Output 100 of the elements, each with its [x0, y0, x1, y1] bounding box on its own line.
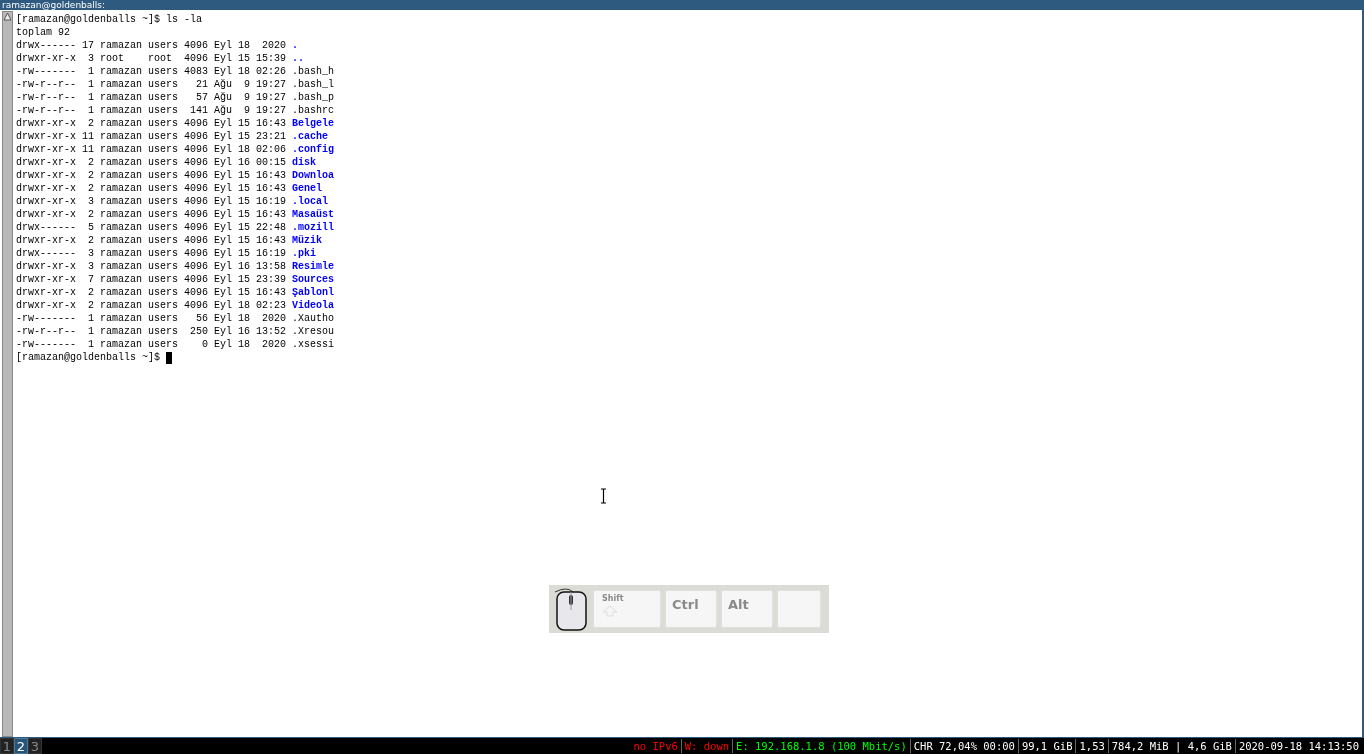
listing-cell: drwxr-xr-x — [16, 156, 76, 169]
listing-cell: 4096 — [184, 117, 208, 130]
status-item: no IPv6 — [632, 739, 679, 753]
listing-cell: drwx------ — [16, 221, 76, 234]
listing-cell: 00:15 — [256, 156, 286, 169]
listing-cell: Eyl — [214, 247, 232, 260]
listing-cell-text: 1 — [87, 91, 94, 104]
listing-cell: ramazan — [100, 91, 142, 104]
listing-cell: 4096 — [184, 286, 208, 299]
listing-cell: users — [148, 234, 178, 247]
listing-cell: users — [148, 117, 178, 130]
listing-cell-text: 3 — [87, 260, 94, 273]
listing-cell: -rw------- — [16, 312, 76, 325]
directory-name: Sources — [292, 273, 334, 286]
listing-cell: 16:43 — [256, 117, 286, 130]
workspace-button[interactable]: 3 — [28, 738, 42, 754]
listing-cell: 16:43 — [256, 208, 286, 221]
listing-cell: 18 — [238, 143, 250, 156]
directory-name: Videola — [292, 299, 334, 312]
listing-cell: users — [148, 130, 178, 143]
listing-cell: drwxr-xr-x — [16, 130, 76, 143]
listing-cell-text: 9 — [243, 78, 250, 91]
listing-cell: drwxr-xr-x — [16, 143, 76, 156]
listing-cell: 4096 — [184, 208, 208, 221]
directory-name: .pki — [292, 247, 317, 260]
listing-cell: 18 — [238, 39, 250, 52]
listing-cell: ramazan — [100, 299, 142, 312]
listing-cell: 4096 — [184, 143, 208, 156]
listing-cell-text: 0 — [201, 338, 208, 351]
listing-cell: 4096 — [184, 299, 208, 312]
directory-name: .local — [292, 195, 329, 208]
listing-cell: ramazan — [100, 247, 142, 260]
listing-cell: 4096 — [184, 247, 208, 260]
listing-cell: users — [148, 169, 178, 182]
listing-cell: 23:21 — [256, 130, 286, 143]
listing-cell: drwxr-xr-x — [16, 52, 76, 65]
file-name: .bashrc — [292, 104, 334, 117]
listing-cell: Ağu — [214, 78, 232, 91]
listing-cell: 02:26 — [256, 65, 286, 78]
workspace-button[interactable]: 2 — [14, 738, 28, 754]
shift-key[interactable]: Shift — [593, 590, 661, 628]
keyboard-key[interactable]: Ctrl — [665, 590, 717, 628]
listing-cell: Eyl — [214, 273, 232, 286]
listing-cell: 4096 — [184, 52, 208, 65]
listing-cell: users — [148, 299, 178, 312]
listing-cell: 15 — [238, 195, 250, 208]
directory-name: Müzik — [292, 234, 323, 247]
listing-cell: Eyl — [214, 234, 232, 247]
scroll-up-icon[interactable] — [3, 12, 12, 21]
command-line: [ramazan@goldenballs ~]$ ls -la — [16, 13, 203, 26]
listing-cell: 15 — [238, 286, 250, 299]
file-name: .Xresou — [292, 325, 334, 338]
listing-cell: 02:06 — [256, 143, 286, 156]
listing-cell: 4096 — [184, 169, 208, 182]
listing-cell: users — [148, 260, 178, 273]
listing-cell: Eyl — [214, 182, 232, 195]
directory-name: disk — [292, 156, 317, 169]
listing-cell: 02:23 — [256, 299, 286, 312]
listing-cell: users — [148, 78, 178, 91]
listing-cell-text: 56 — [195, 312, 208, 325]
listing-cell: users — [148, 91, 178, 104]
text-cursor-icon — [600, 488, 607, 504]
status-item: CHR 72,04% 00:00 — [909, 739, 1018, 753]
scrollbar[interactable] — [2, 11, 13, 737]
listing-cell: drwxr-xr-x — [16, 195, 76, 208]
listing-cell: 16:19 — [256, 247, 286, 260]
listing-cell: users — [148, 273, 178, 286]
directory-name: Belgele — [292, 117, 334, 130]
listing-cell: drwxr-xr-x — [16, 260, 76, 273]
listing-cell: 15 — [238, 221, 250, 234]
directory-name: .cache — [292, 130, 329, 143]
status-item: W: down — [680, 739, 733, 753]
listing-cell: 4096 — [184, 182, 208, 195]
listing-cell: 11 — [82, 130, 94, 143]
listing-cell: drwxr-xr-x — [16, 169, 76, 182]
listing-cell: 19:27 — [256, 104, 286, 117]
file-name: .Xautho — [292, 312, 334, 325]
mouse-icon[interactable] — [553, 586, 589, 632]
listing-cell: 23:39 — [256, 273, 286, 286]
listing-cell: Eyl — [214, 195, 232, 208]
prompt: [ramazan@goldenballs ~]$ — [16, 351, 161, 364]
listing-cell-text: 1 — [87, 78, 94, 91]
listing-cell: Eyl — [214, 65, 232, 78]
keyboard-key[interactable]: Alt — [721, 590, 773, 628]
listing-cell: users — [148, 208, 178, 221]
workspace-button[interactable]: 1 — [0, 738, 14, 754]
listing-cell: ramazan — [100, 325, 142, 338]
listing-cell: users — [148, 65, 178, 78]
listing-cell-text: 2 — [87, 234, 94, 247]
listing-cell-text: root — [100, 52, 125, 65]
listing-cell: ramazan — [100, 117, 142, 130]
listing-cell: drwxr-xr-x — [16, 299, 76, 312]
listing-cell: Eyl — [214, 117, 232, 130]
listing-cell: users — [148, 156, 178, 169]
total-line: toplam 92 — [16, 26, 70, 39]
status-item: 2020-09-18 14:13:50 — [1234, 739, 1362, 753]
listing-cell: 15 — [238, 169, 250, 182]
listing-cell-text: 1 — [87, 65, 94, 78]
listing-cell-text: 2 — [87, 286, 94, 299]
listing-cell: ramazan — [100, 234, 142, 247]
